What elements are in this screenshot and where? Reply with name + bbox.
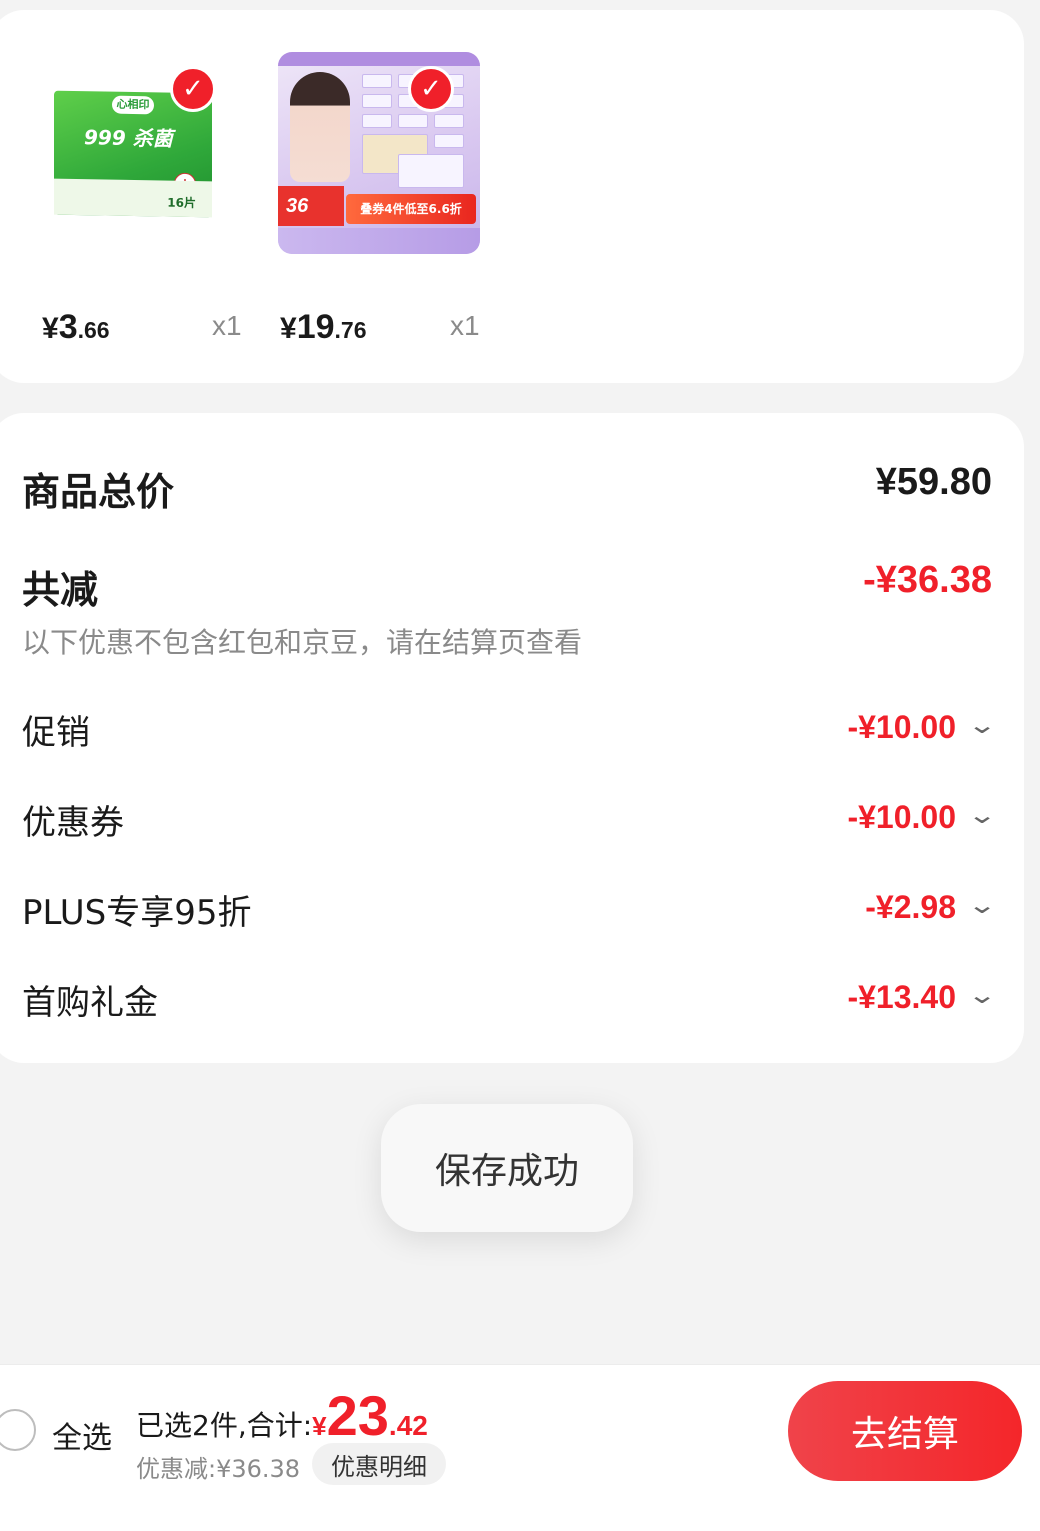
item-quantity: x1: [450, 310, 480, 341]
price-summary-card: 商品总价 ¥59.80 共减 -¥36.38 以下优惠不包含红包和京豆，请在结算…: [0, 413, 1024, 1063]
checkout-bar: 全选 已选2件,合计:¥23.42 优惠减:¥36.38 优惠明细 去结算: [0, 1364, 1040, 1531]
model-photo: [290, 72, 350, 182]
total-price-label: 商品总价: [22, 470, 175, 514]
selected-total: 已选2件,合计:¥23.42: [136, 1384, 428, 1447]
chevron-down-icon[interactable]: ⌄: [967, 981, 997, 1009]
discount-detail-button[interactable]: 优惠明细: [312, 1443, 446, 1485]
discount-label: 首购礼金: [22, 983, 158, 1023]
total-price-value: ¥59.80: [875, 461, 992, 503]
checkout-button[interactable]: 去结算: [788, 1381, 1022, 1481]
select-all-radio[interactable]: [0, 1409, 36, 1451]
saved-amount: 优惠减:¥36.38: [136, 1455, 301, 1483]
discount-value: -¥2.98: [865, 889, 956, 925]
cart-products-card: 心相印 999 杀菌 + 16片 ✓ ¥3.66 x1: [0, 10, 1024, 383]
item-price: ¥3.66: [42, 308, 110, 346]
item-price: ¥19.76: [280, 308, 367, 346]
select-all-label[interactable]: 全选: [52, 1413, 112, 1457]
discount-row-first-purchase[interactable]: 首购礼金 -¥13.40 ⌄: [22, 975, 997, 1025]
discount-value: -¥10.00: [847, 799, 956, 835]
chevron-down-icon[interactable]: ⌄: [967, 891, 997, 919]
discount-label: 促销: [22, 713, 90, 753]
discount-label: PLUS专享95折: [22, 893, 252, 933]
item-quantity: x1: [212, 310, 242, 341]
chevron-down-icon[interactable]: ⌄: [967, 801, 997, 829]
save-success-toast: 保存成功: [381, 1104, 633, 1232]
item-selected-check-icon[interactable]: ✓: [170, 66, 216, 112]
discount-value: -¥13.40: [847, 979, 956, 1015]
discount-row-promotion[interactable]: 促销 -¥10.00 ⌄: [22, 705, 997, 755]
discount-label: 优惠券: [22, 803, 124, 843]
discount-row-coupon[interactable]: 优惠券 -¥10.00 ⌄: [22, 795, 997, 845]
promo-banner: 叠券4件低至6.6折: [346, 194, 476, 224]
discount-value: -¥10.00: [847, 709, 956, 745]
total-reduction-label: 共减: [22, 568, 99, 612]
item-selected-check-icon[interactable]: ✓: [408, 66, 454, 112]
discount-note: 以下优惠不包含红包和京豆，请在结算页查看: [22, 626, 583, 659]
total-reduction-value: -¥36.38: [863, 559, 992, 601]
discount-row-plus[interactable]: PLUS专享95折 -¥2.98 ⌄: [22, 885, 997, 935]
chevron-down-icon[interactable]: ⌄: [967, 711, 997, 739]
